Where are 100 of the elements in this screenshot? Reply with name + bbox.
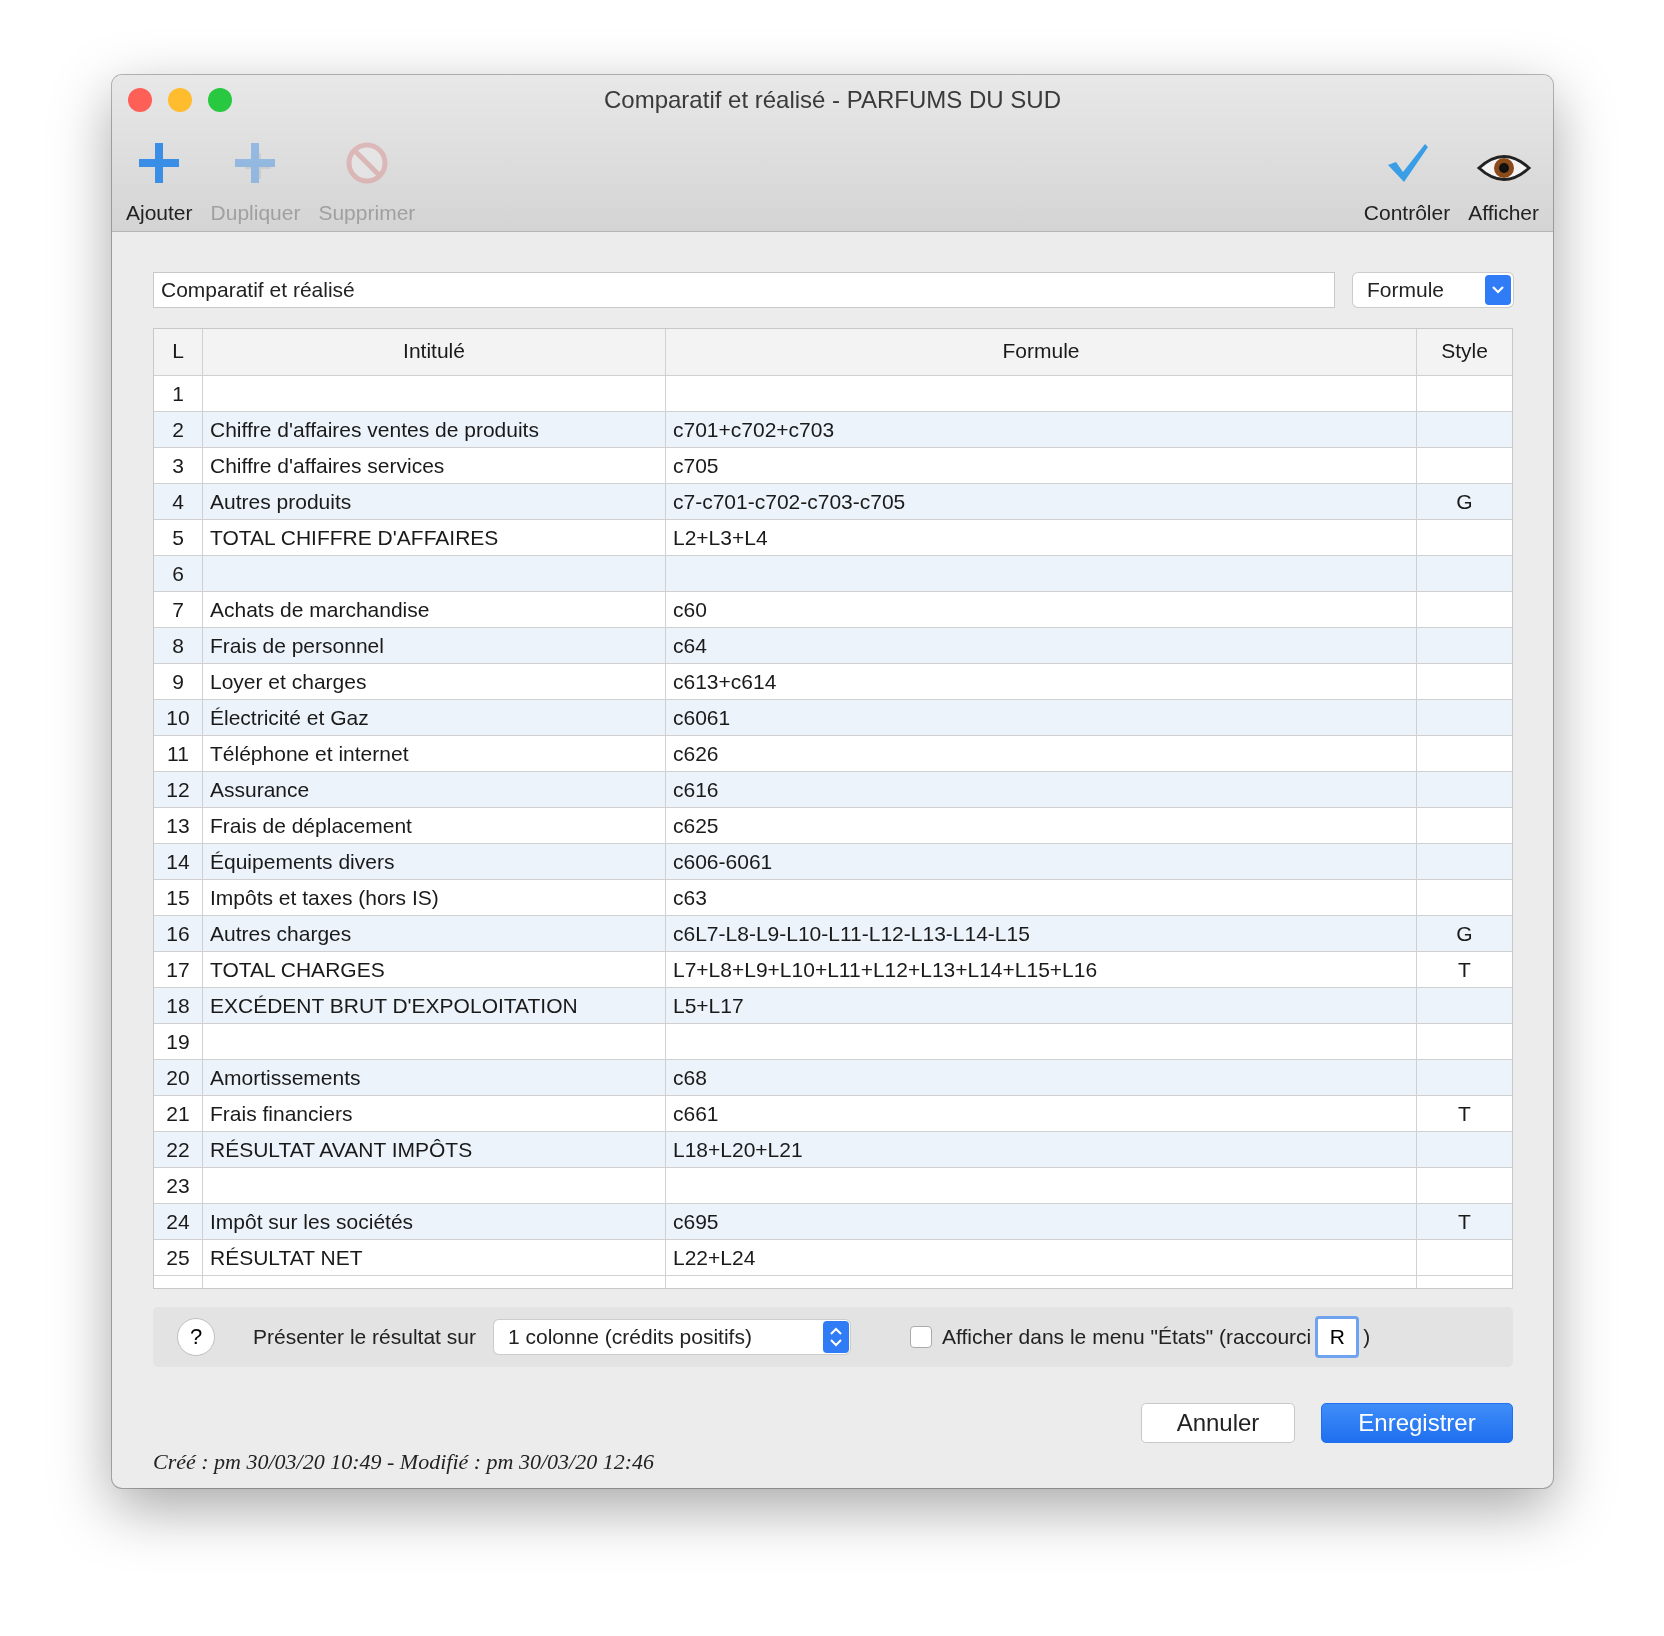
table-cell: Frais de déplacement [203, 808, 666, 843]
table-cell: c6L7-L8-L9-L10-L11-L12-L13-L14-L15 [666, 916, 1417, 951]
line-number: 10 [154, 700, 203, 735]
line-number: 19 [154, 1024, 203, 1059]
table-cell: c625 [666, 808, 1417, 843]
table-cell: c60 [666, 592, 1417, 627]
table-cell: c606-6061 [666, 844, 1417, 879]
table-cell: Frais financiers [203, 1096, 666, 1131]
table-cell: Chiffre d'affaires services [203, 448, 666, 483]
line-number: 7 [154, 592, 203, 627]
parenthesis-text: ) [1363, 1325, 1371, 1349]
column-header[interactable]: L [154, 329, 203, 375]
table-cell-text: T [1457, 1209, 1472, 1235]
column-header[interactable]: Formule [666, 329, 1417, 375]
line-number: 23 [154, 1168, 203, 1203]
zoom-icon[interactable] [208, 88, 232, 112]
timestamp-text: Créé : pm 30/03/20 10:49 - Modifié : pm 30/03/20 12:46 [153, 1449, 656, 1475]
line-number: 15 [154, 880, 203, 915]
column-header[interactable]: Intitulé [203, 329, 666, 375]
table-cell: c661 [666, 1096, 1417, 1131]
table-cell-text: T [1457, 1101, 1472, 1127]
toolbar-button[interactable]: Afficher [1464, 129, 1543, 229]
column-header[interactable]: Style [1417, 329, 1512, 375]
table-cell: c705 [666, 448, 1417, 483]
checkbox-label: Afficher dans le menu "États" (raccourci [941, 1325, 1312, 1349]
line-number: 25 [154, 1240, 203, 1275]
table-cell: TOTAL CHARGES [203, 952, 666, 987]
table-cell: c626 [666, 736, 1417, 771]
table-cell-text: T [1457, 957, 1472, 983]
minimize-icon[interactable] [168, 88, 192, 112]
line-number: 11 [154, 736, 203, 771]
table-cell: Équipements divers [203, 844, 666, 879]
toolbar-button[interactable]: Ajouter [122, 129, 197, 229]
plus-icon [137, 141, 182, 185]
line-number: 6 [154, 556, 203, 591]
save-button[interactable]: Enregistrer [1321, 1403, 1513, 1443]
table-cell: Impôts et taxes (hors IS) [203, 880, 666, 915]
table-cell: RÉSULTAT NET [203, 1240, 666, 1275]
line-number: 1 [154, 376, 203, 411]
type-dropdown[interactable]: Formule [1353, 273, 1513, 307]
table-cell: TOTAL CHIFFRE D'AFFAIRES [203, 520, 666, 555]
table-cell: c616 [666, 772, 1417, 807]
table-cell: Autres charges [203, 916, 666, 951]
table-cell: L2+L3+L4 [666, 520, 1417, 555]
table-cell: Loyer et charges [203, 664, 666, 699]
table-cell: Amortissements [203, 1060, 666, 1095]
table-cell: Impôt sur les sociétés [203, 1204, 666, 1239]
line-number: 14 [154, 844, 203, 879]
table-cell-text: G [1455, 489, 1474, 515]
present-label: Présenter le résultat sur [253, 1325, 476, 1349]
table-cell: c701+c702+c703 [666, 412, 1417, 447]
table-cell: c613+c614 [666, 664, 1417, 699]
table-cell: c64 [666, 628, 1417, 663]
prohibited-icon [344, 141, 389, 185]
table-cell: RÉSULTAT AVANT IMPÔTS [203, 1132, 666, 1167]
table-cell-text: G [1455, 921, 1474, 947]
line-number: 2 [154, 412, 203, 447]
table-cell: EXCÉDENT BRUT D'EXPOLOITATION [203, 988, 666, 1023]
line-number: 8 [154, 628, 203, 663]
line-number: 4 [154, 484, 203, 519]
line-number: 12 [154, 772, 203, 807]
table-cell: Achats de marchandise [203, 592, 666, 627]
table-cell: c63 [666, 880, 1417, 915]
name-field[interactable]: Comparatif et réalisé [153, 272, 1335, 308]
line-number: 3 [154, 448, 203, 483]
stepper-icon [822, 1321, 849, 1353]
table-cell: Téléphone et internet [203, 736, 666, 771]
table-cell: Frais de personnel [203, 628, 666, 663]
cancel-button[interactable]: Annuler [1141, 1403, 1295, 1443]
result-select[interactable]: 1 colonne (crédits positifs) [493, 1320, 850, 1354]
chevron-down-icon [1485, 275, 1511, 305]
line-number: 18 [154, 988, 203, 1023]
line-number: 9 [154, 664, 203, 699]
table-cell: L7+L8+L9+L10+L11+L12+L13+L14+L15+L16 [666, 952, 1417, 987]
table-cell: L5+L17 [666, 988, 1417, 1023]
table-cell: Autres produits [203, 484, 666, 519]
table-cell: c695 [666, 1204, 1417, 1239]
table-cell: L22+L24 [666, 1240, 1417, 1275]
line-number: 24 [154, 1204, 203, 1239]
line-number: 22 [154, 1132, 203, 1167]
window-title: Comparatif et réalisé - PARFUMS DU SUD [604, 86, 1061, 113]
line-number: 5 [154, 520, 203, 555]
line-number: 16 [154, 916, 203, 951]
line-number: 21 [154, 1096, 203, 1131]
table-cell: Électricité et Gaz [203, 700, 666, 735]
line-number: 13 [154, 808, 203, 843]
toolbar-button[interactable]: Contrôler [1359, 129, 1455, 229]
table-cell: c68 [666, 1060, 1417, 1095]
table-cell: c6061 [666, 700, 1417, 735]
close-icon[interactable] [128, 88, 152, 112]
checkbox[interactable] [909, 1326, 932, 1348]
shortcut-field[interactable]: R [1315, 1316, 1360, 1358]
help-button[interactable]: ? [177, 1318, 215, 1356]
table-cell: Chiffre d'affaires ventes de produits [203, 412, 666, 447]
line-number: 20 [154, 1060, 203, 1095]
line-number: 17 [154, 952, 203, 987]
table-cell: c7-c701-c702-c703-c705 [666, 484, 1417, 519]
plus-icon [233, 141, 278, 185]
table-cell: L18+L20+L21 [666, 1132, 1417, 1167]
table-cell: Assurance [203, 772, 666, 807]
